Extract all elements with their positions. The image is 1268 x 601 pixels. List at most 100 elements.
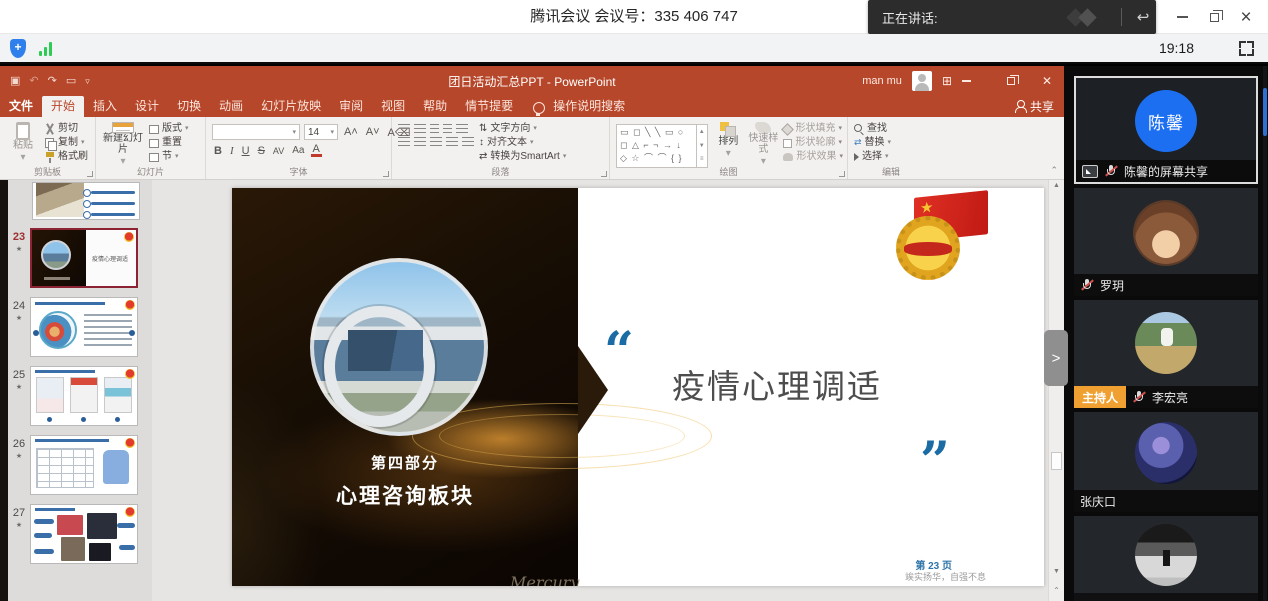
drawing-dialog-launcher[interactable] [839, 171, 845, 177]
increase-indent-icon[interactable] [443, 124, 452, 133]
justify-icon[interactable] [446, 137, 458, 146]
account-name[interactable]: man mu [862, 75, 902, 87]
shape-outline-button[interactable]: 形状轮廓▾ [783, 137, 843, 149]
text-direction-button[interactable]: ⇅文字方向▾ [479, 123, 566, 135]
italic-button[interactable]: I [228, 145, 236, 157]
replace-button[interactable]: 替换▾ [854, 137, 891, 149]
scrollbar-thumb[interactable] [1051, 452, 1062, 470]
align-left-icon[interactable] [398, 137, 410, 146]
slide-23[interactable]: 第四部分 心理咨询板块 Mercury “ 疫情心理调适 ” 第 23 页 竢实… [232, 188, 1044, 586]
tab-transitions[interactable]: 切换 [168, 96, 210, 117]
tab-storyboard[interactable]: 情节提要 [456, 96, 522, 117]
slide-thumbnail-24[interactable] [30, 297, 138, 357]
bold-button[interactable]: B [212, 145, 224, 157]
tab-insert[interactable]: 插入 [84, 96, 126, 117]
underline-button[interactable]: U [240, 145, 252, 157]
align-center-icon[interactable] [414, 137, 426, 146]
save-icon[interactable] [10, 76, 20, 87]
tab-file[interactable]: 文件 [0, 96, 42, 117]
slide-thumbnail-25[interactable] [30, 366, 138, 426]
copy-button[interactable]: 复制▾ [45, 137, 88, 149]
account-avatar[interactable] [912, 71, 932, 91]
paste-button[interactable]: 粘贴 ▾ [6, 120, 40, 167]
arrange-label: 排列 [718, 136, 738, 148]
tab-slideshow[interactable]: 幻灯片放映 [252, 96, 330, 117]
character-spacing-button[interactable]: AV [271, 146, 286, 156]
scroll-up-arrow[interactable]: ▲ [1049, 182, 1064, 189]
shape-fill-button[interactable]: 形状填充▾ [783, 123, 843, 135]
new-slide-button[interactable]: 新建幻灯片 ▾ [102, 120, 144, 167]
tell-me-search[interactable]: 操作说明搜索 [544, 96, 634, 117]
slide-thumbnail-27[interactable] [30, 504, 138, 564]
ppt-close-button[interactable] [1034, 74, 1060, 88]
participant-tile[interactable]: 张庆口 [1074, 412, 1258, 512]
font-name-combobox[interactable]: ▾ [212, 124, 300, 140]
participant-tile-host[interactable]: 主持人 李宏亮 [1074, 300, 1258, 408]
redo-icon[interactable] [48, 76, 57, 87]
find-button[interactable]: 查找 [854, 123, 891, 135]
share-button[interactable]: 共享 [1014, 98, 1054, 115]
reset-button[interactable]: 重置 [149, 137, 189, 149]
scroll-down-arrow[interactable]: ▼ [1049, 568, 1064, 575]
ribbon-display-options-icon[interactable] [942, 72, 952, 90]
grow-font-button[interactable]: A˄ [342, 126, 360, 138]
tab-help[interactable]: 帮助 [414, 96, 456, 117]
slide-thumbnail-23[interactable]: 疫情心理调适 [30, 228, 138, 288]
undo-icon[interactable] [29, 76, 38, 87]
smartart-button[interactable]: ⇄转换为SmartArt▾ [479, 151, 566, 163]
align-right-icon[interactable] [430, 137, 442, 146]
arrange-button[interactable]: 排列 ▾ [713, 120, 743, 167]
select-button[interactable]: 选择▾ [854, 151, 891, 163]
tab-view[interactable]: 视图 [372, 96, 414, 117]
ppt-minimize-button[interactable] [962, 80, 988, 82]
ppt-restore-button[interactable] [998, 74, 1024, 88]
next-slide-button[interactable]: ⌃ [1049, 586, 1064, 595]
columns-icon[interactable] [462, 137, 474, 146]
layout-button[interactable]: 版式▾ [149, 123, 189, 135]
font-size-combobox[interactable]: 14▾ [304, 124, 338, 140]
shape-effects-button[interactable]: 形状效果▾ [783, 151, 843, 163]
change-case-button[interactable]: Aa [290, 145, 306, 156]
tab-animations[interactable]: 动画 [210, 96, 252, 117]
decrease-indent-icon[interactable] [430, 124, 439, 133]
fullscreen-icon[interactable] [1239, 41, 1254, 56]
numbering-icon[interactable] [414, 124, 426, 133]
participant-tile[interactable] [1074, 516, 1258, 601]
font-dialog-launcher[interactable] [383, 171, 389, 177]
security-shield-icon[interactable] [10, 39, 26, 58]
sidebar-collapse-arrow[interactable]: > [1044, 330, 1068, 386]
window-edge [0, 180, 8, 601]
sidebar-scrollbar-thumb[interactable] [1263, 88, 1267, 136]
line-spacing-icon[interactable] [456, 124, 468, 133]
sidebar-scrollbar[interactable] [1263, 66, 1267, 601]
vertical-scrollbar[interactable]: ▲ ▼ ⌃ [1048, 180, 1064, 601]
clipboard-dialog-launcher[interactable] [87, 171, 93, 177]
participant-tile-active-speaker[interactable]: 陈馨 陈馨的屏幕共享 [1074, 76, 1258, 184]
tab-review[interactable]: 审阅 [330, 96, 372, 117]
paragraph-dialog-launcher[interactable] [601, 171, 607, 177]
format-painter-button[interactable]: 格式刷 [45, 151, 88, 163]
strikethrough-button[interactable]: S [256, 145, 267, 157]
cut-button[interactable]: 剪切 [45, 123, 88, 135]
participant-tile[interactable]: 罗玥 [1074, 188, 1258, 296]
quick-styles-button[interactable]: 快速样式 ▾ [748, 120, 778, 167]
shrink-font-button[interactable]: A˅ [364, 126, 382, 138]
tab-design[interactable]: 设计 [126, 96, 168, 117]
slide-thumbnail-22[interactable] [32, 182, 140, 220]
close-button[interactable] [1230, 0, 1262, 34]
shapes-gallery[interactable]: ▭ ◻ ╲ ╲ ▭ ○ ◻ △ ⌐ ¬ → ↓ ◇ ☆ ⌒ ⌒ { } ▲▼≡ [616, 124, 708, 168]
restore-panel-arrow-icon[interactable] [1130, 8, 1156, 26]
align-text-button[interactable]: ↕对齐文本▾ [479, 137, 566, 149]
bullets-icon[interactable] [398, 124, 410, 133]
minimize-button[interactable] [1166, 0, 1198, 34]
tab-home[interactable]: 开始 [42, 96, 84, 117]
qat-customize-icon[interactable] [85, 76, 90, 87]
shapes-gallery-scroll[interactable]: ▲▼≡ [696, 125, 707, 167]
person-icon [1014, 100, 1026, 113]
maximize-button[interactable] [1198, 0, 1230, 34]
start-slideshow-icon[interactable] [66, 76, 76, 87]
collapse-ribbon-icon[interactable] [1050, 165, 1058, 176]
section-button[interactable]: 节▾ [149, 151, 189, 163]
slide-thumbnail-26[interactable] [30, 435, 138, 495]
font-color-button[interactable]: A [311, 144, 322, 157]
